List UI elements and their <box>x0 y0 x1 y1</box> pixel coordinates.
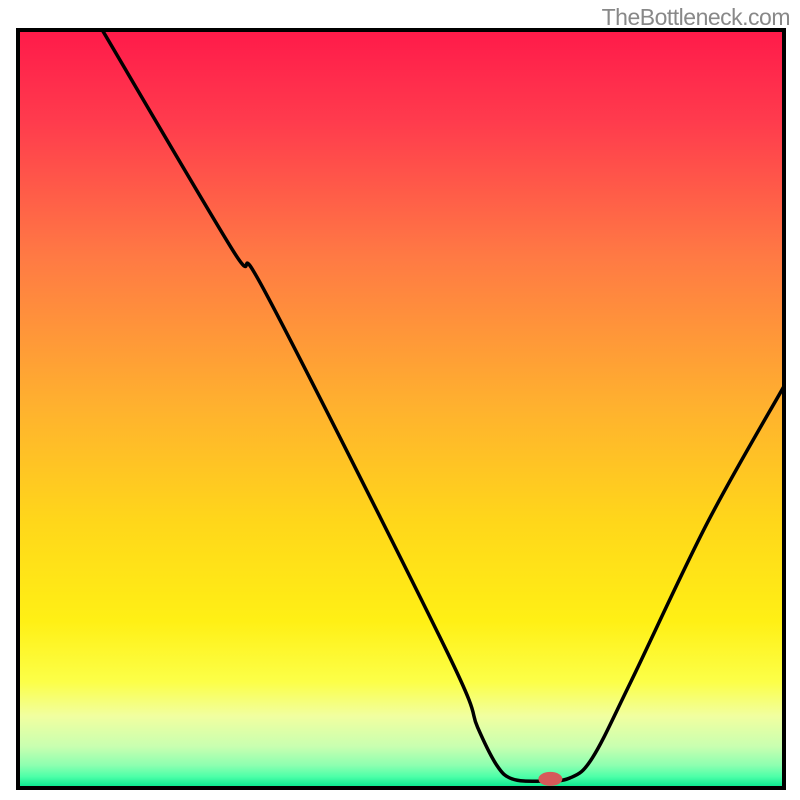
gradient-background <box>18 30 784 788</box>
optimal-point-marker <box>538 772 562 786</box>
chart-svg <box>0 0 800 800</box>
watermark-text: TheBottleneck.com <box>602 4 790 31</box>
plot-area <box>18 30 784 788</box>
bottleneck-chart: TheBottleneck.com <box>0 0 800 800</box>
